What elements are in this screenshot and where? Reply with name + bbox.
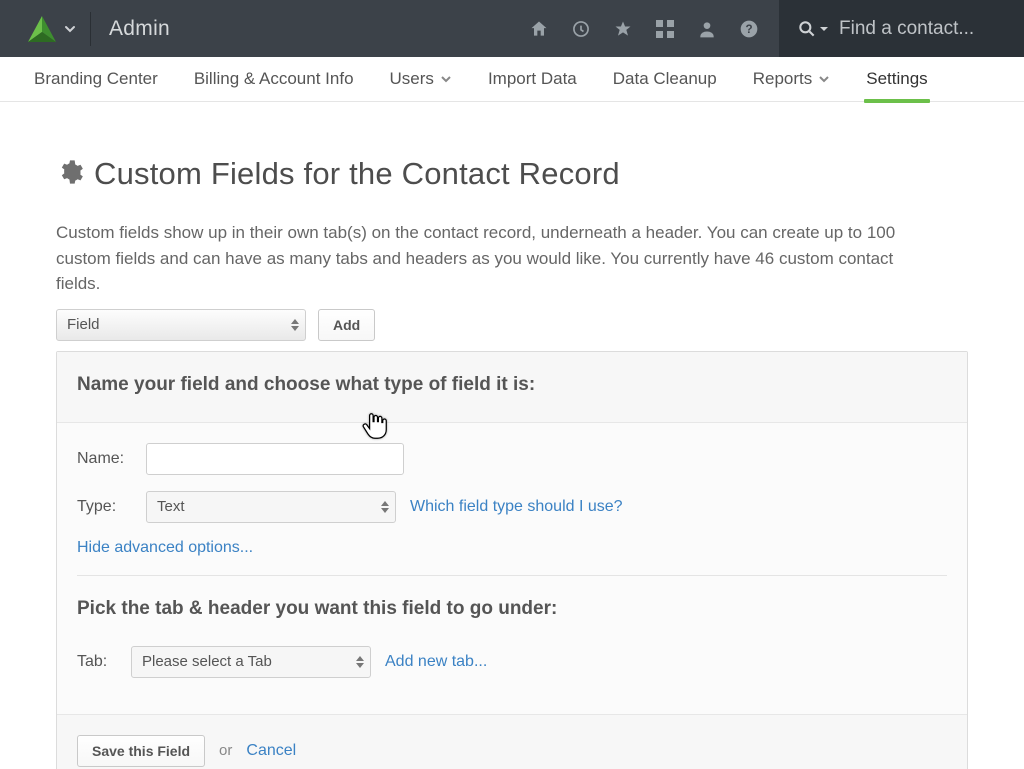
row-name: Name: bbox=[77, 443, 947, 475]
nav-users[interactable]: Users bbox=[390, 57, 452, 101]
type-label: Type: bbox=[77, 498, 132, 516]
nav-branding-center[interactable]: Branding Center bbox=[34, 57, 158, 101]
add-button[interactable]: Add bbox=[318, 309, 375, 341]
global-search[interactable]: Find a contact... bbox=[779, 0, 1024, 57]
page-intro: Custom fields show up in their own tab(s… bbox=[56, 220, 926, 297]
chevron-down-icon bbox=[818, 73, 830, 85]
add-row: Field Add bbox=[56, 309, 968, 341]
nav-import-data[interactable]: Import Data bbox=[488, 57, 577, 101]
pick-header: Pick the tab & header you want this fiel… bbox=[77, 598, 947, 620]
search-placeholder: Find a contact... bbox=[839, 18, 974, 40]
search-icon bbox=[797, 19, 817, 39]
caret-down-icon bbox=[819, 24, 829, 34]
stepper-arrows-icon bbox=[381, 501, 389, 513]
topbar-left: Admin bbox=[0, 0, 170, 57]
save-field-button[interactable]: Save this Field bbox=[77, 735, 205, 767]
type-select[interactable]: Text bbox=[146, 491, 396, 523]
type-select-value: Text bbox=[157, 498, 185, 515]
apps-icon[interactable] bbox=[655, 19, 675, 39]
top-bar: Admin ? Find a contact... bbox=[0, 0, 1024, 57]
panel-header-title: Name your field and choose what type of … bbox=[77, 374, 947, 396]
add-type-select[interactable]: Field bbox=[56, 309, 306, 341]
page-content: Custom Fields for the Contact Record Cus… bbox=[0, 102, 1024, 769]
row-tab: Tab: Please select a Tab Add new tab... bbox=[77, 646, 947, 678]
nav-reports[interactable]: Reports bbox=[753, 57, 831, 101]
row-type: Type: Text Which field type should I use… bbox=[77, 491, 947, 523]
tab-select[interactable]: Please select a Tab bbox=[131, 646, 371, 678]
tab-select-value: Please select a Tab bbox=[142, 653, 272, 670]
name-label: Name: bbox=[77, 450, 132, 468]
page-header: Custom Fields for the Contact Record bbox=[56, 156, 968, 192]
add-new-tab-link[interactable]: Add new tab... bbox=[385, 653, 487, 671]
divider bbox=[90, 12, 91, 46]
app-switcher[interactable] bbox=[0, 16, 86, 42]
field-panel: Name your field and choose what type of … bbox=[56, 351, 968, 769]
help-icon[interactable]: ? bbox=[739, 19, 759, 39]
user-icon[interactable] bbox=[697, 19, 717, 39]
nav-data-cleanup[interactable]: Data Cleanup bbox=[613, 57, 717, 101]
chevron-down-icon bbox=[440, 73, 452, 85]
infusionsoft-logo-icon bbox=[28, 16, 56, 42]
topbar-section-title: Admin bbox=[109, 17, 170, 41]
topbar-icon-group: ? bbox=[529, 19, 779, 39]
type-help-link[interactable]: Which field type should I use? bbox=[410, 498, 623, 516]
nav-billing[interactable]: Billing & Account Info bbox=[194, 57, 354, 101]
name-input[interactable] bbox=[146, 443, 404, 475]
clock-icon[interactable] bbox=[571, 19, 591, 39]
gear-icon bbox=[56, 158, 84, 191]
panel-footer: Save this Field or Cancel bbox=[57, 714, 967, 769]
panel-body: Name: Type: Text Which field type should… bbox=[57, 423, 967, 714]
stepper-arrows-icon bbox=[291, 319, 299, 331]
add-type-select-value: Field bbox=[67, 316, 100, 333]
separator bbox=[77, 575, 947, 576]
page-title: Custom Fields for the Contact Record bbox=[94, 156, 620, 192]
home-icon[interactable] bbox=[529, 19, 549, 39]
cancel-link[interactable]: Cancel bbox=[246, 742, 296, 760]
panel-header: Name your field and choose what type of … bbox=[57, 352, 967, 423]
nav-settings[interactable]: Settings bbox=[866, 57, 927, 101]
advanced-options-link[interactable]: Hide advanced options... bbox=[77, 539, 253, 556]
or-text: or bbox=[219, 742, 232, 759]
svg-text:?: ? bbox=[745, 23, 752, 36]
chevron-down-icon bbox=[64, 23, 76, 35]
admin-nav: Branding Center Billing & Account Info U… bbox=[0, 57, 1024, 102]
tab-label: Tab: bbox=[77, 653, 117, 671]
stepper-arrows-icon bbox=[356, 656, 364, 668]
star-icon[interactable] bbox=[613, 19, 633, 39]
